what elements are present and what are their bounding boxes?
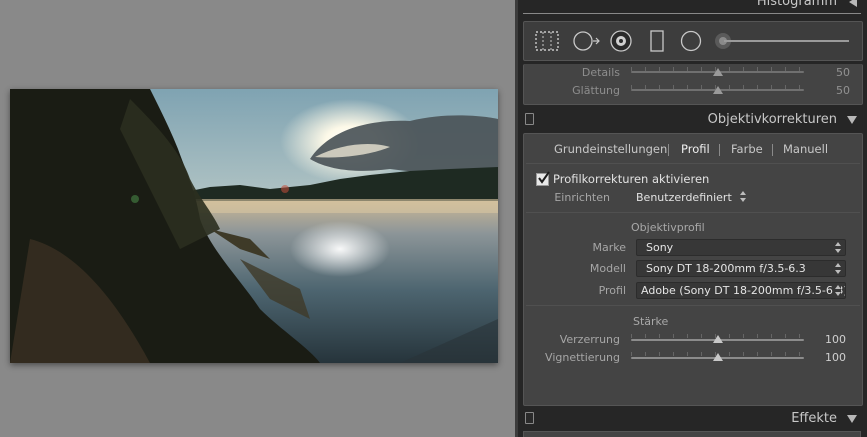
distortion-value[interactable]: 100 [816, 333, 846, 346]
make-value: Sony [646, 241, 674, 254]
tab-basic[interactable]: Grundeinstellungen [554, 142, 667, 156]
smoothing-value[interactable]: 50 [820, 84, 850, 97]
tool-strip [523, 21, 863, 61]
graduated-filter-icon[interactable] [648, 30, 666, 52]
lens-corrections-body: Grundeinstellungen Profil Farbe Manuell … [523, 133, 863, 406]
collapse-down-icon[interactable] [847, 116, 857, 124]
tab-separator [719, 144, 720, 156]
tab-profile[interactable]: Profil [681, 142, 710, 156]
profile-select[interactable]: Adobe (Sony DT 18-200mm f/3.5-6.3) [636, 282, 846, 299]
details-value[interactable]: 50 [820, 66, 850, 79]
profile-spinner-icon [834, 285, 841, 296]
crop-overlay-icon[interactable] [534, 30, 560, 52]
spot-removal-icon[interactable] [572, 30, 602, 52]
setup-spinner-icon [739, 191, 747, 202]
image-canvas[interactable] [0, 0, 515, 437]
panel-switch-toggle[interactable] [525, 113, 534, 125]
tab-separator [668, 144, 669, 156]
effects-switch-toggle[interactable] [525, 412, 534, 424]
detail-card: Details 50 Glättung 50 [523, 64, 863, 105]
tabs-separator [526, 163, 860, 164]
distortion-label: Verzerrung [559, 333, 620, 346]
details-label: Details [581, 66, 620, 79]
lens-profile-group-title: Objektivprofil [631, 221, 705, 234]
tab-manual[interactable]: Manuell [783, 142, 828, 156]
make-spinner-icon [834, 242, 841, 253]
profile-value: Adobe (Sony DT 18-200mm f/3.5-6.3) [641, 284, 846, 297]
smoothing-label: Glättung [572, 84, 620, 97]
make-select[interactable]: Sony [636, 239, 846, 256]
histogram-header[interactable]: Histogramm [518, 0, 867, 14]
details-thumb[interactable] [713, 68, 723, 76]
checkmark-icon [538, 171, 550, 184]
effects-collapse-down-icon[interactable] [847, 415, 857, 423]
radial-filter-icon[interactable] [679, 30, 703, 52]
enable-profile-label: Profilkorrekturen aktivieren [553, 172, 710, 186]
amount-group-title: Stärke [633, 315, 669, 328]
brush-size-slider[interactable] [724, 40, 849, 42]
effects-card-top [523, 431, 861, 437]
histogram-title: Histogramm [756, 0, 837, 9]
model-select[interactable]: Sony DT 18-200mm f/3.5-6.3 [636, 260, 846, 277]
lens-corrections-header[interactable]: Objektivkorrekturen [518, 109, 867, 131]
red-eye-icon[interactable] [609, 30, 633, 52]
develop-right-panel: Histogramm Details 50 Glättung 50 Objekt… [518, 0, 867, 437]
profile-label: Profil [598, 284, 626, 297]
setup-dropdown[interactable]: Benutzerdefiniert [636, 190, 747, 205]
setup-separator [526, 212, 860, 213]
setup-label: Einrichten [554, 191, 610, 204]
model-value: Sony DT 18-200mm f/3.5-6.3 [646, 262, 806, 275]
collapse-left-icon[interactable] [849, 0, 857, 7]
vignetting-thumb[interactable] [713, 353, 723, 361]
vignetting-label: Vignettierung [545, 351, 620, 364]
tab-color[interactable]: Farbe [731, 142, 763, 156]
profile-separator [526, 305, 860, 306]
tab-separator [772, 144, 773, 156]
effects-title: Effekte [791, 411, 837, 426]
landscape-photo [10, 89, 498, 363]
lens-corrections-title: Objektivkorrekturen [707, 112, 837, 127]
make-label: Marke [592, 241, 627, 254]
histogram-bottom-border [523, 13, 861, 14]
setup-value: Benutzerdefiniert [636, 191, 732, 204]
effects-header[interactable]: Effekte [518, 409, 867, 431]
vignetting-value[interactable]: 100 [816, 351, 846, 364]
model-spinner-icon [834, 263, 841, 274]
photo-preview[interactable] [10, 89, 498, 363]
smoothing-thumb[interactable] [713, 86, 723, 94]
model-label: Modell [589, 262, 626, 275]
distortion-thumb[interactable] [713, 335, 723, 343]
